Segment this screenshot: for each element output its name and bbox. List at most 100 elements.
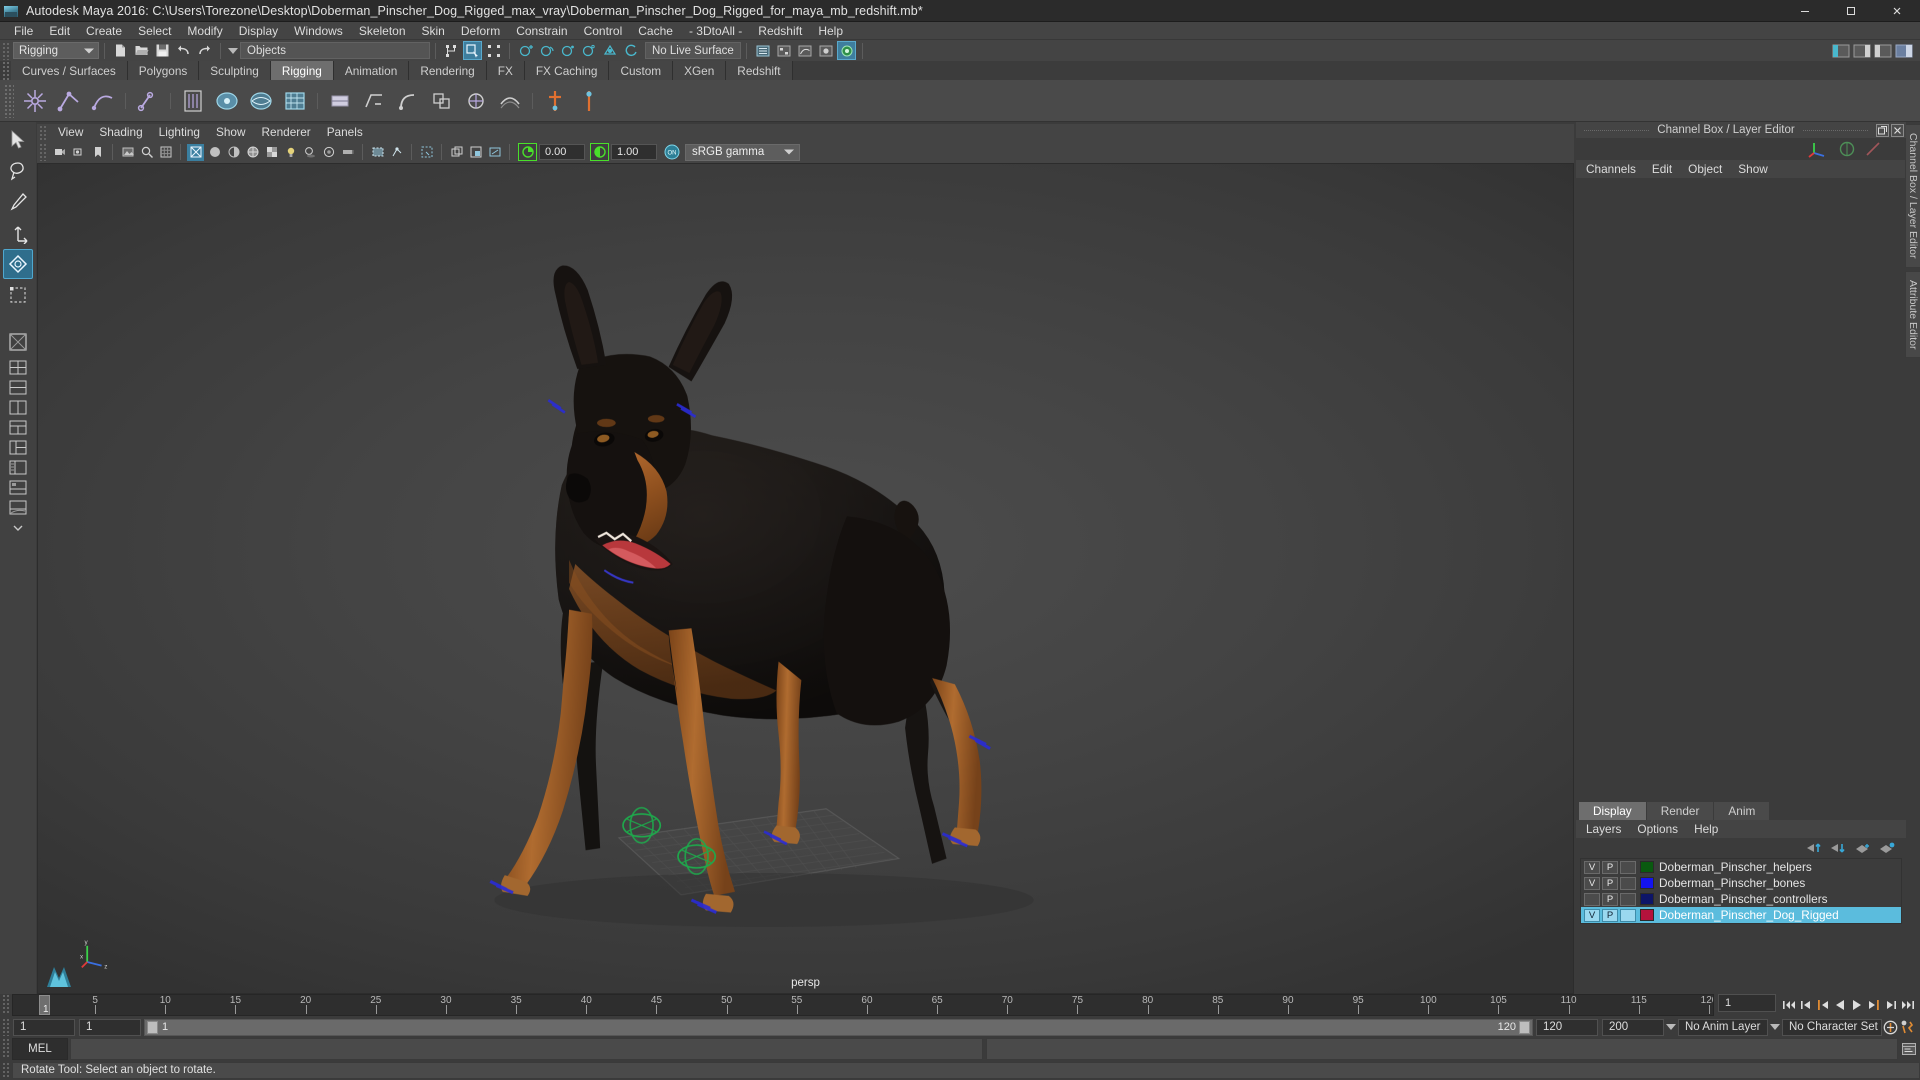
layer-visibility-toggle[interactable]: V	[1584, 908, 1600, 922]
layer-tab-anim[interactable]: Anim	[1714, 802, 1770, 820]
command-line-gripper[interactable]	[2, 1038, 10, 1058]
close-button[interactable]	[1874, 0, 1920, 22]
layout-four-view-button[interactable]	[7, 358, 29, 377]
select-by-object-button[interactable]	[463, 41, 482, 60]
step-forward-button[interactable]	[1882, 995, 1899, 1015]
toggle-attribute-editor-button[interactable]	[1852, 41, 1871, 60]
menu-modify[interactable]: Modify	[179, 22, 230, 40]
layer-row-controllers[interactable]: P Doberman_Pinscher_controllers	[1581, 891, 1901, 907]
wire-tool-button[interactable]	[495, 86, 525, 116]
current-frame-field[interactable]: 1	[1718, 994, 1776, 1012]
color-management-selector[interactable]: sRGB gamma	[685, 143, 800, 161]
shelf-tab-fx[interactable]: FX	[486, 61, 525, 80]
make-live-button[interactable]	[621, 41, 640, 60]
skeleton-display-button[interactable]	[178, 86, 208, 116]
new-layer-from-selected-icon[interactable]	[1878, 841, 1896, 855]
new-scene-button[interactable]	[111, 41, 130, 60]
playback-end-time-field[interactable]: 120	[1536, 1018, 1598, 1036]
snap-to-point-button[interactable]	[558, 41, 577, 60]
smooth-shade-all-button[interactable]	[206, 144, 223, 161]
layer-playback-toggle[interactable]: P	[1602, 876, 1618, 890]
layout-outliner-persp-button[interactable]	[7, 458, 29, 477]
layer-menu-layers[interactable]: Layers	[1578, 820, 1629, 838]
help-line-gripper[interactable]	[2, 1061, 10, 1079]
viewport-menu-panels[interactable]: Panels	[319, 124, 371, 141]
time-slider[interactable]: 1 5 10 15 20 25 30 35 40 45 50 55 60 65 70 75 80 85 90 95 1…	[12, 994, 1714, 1016]
viewport-menu-lighting[interactable]: Lighting	[151, 124, 208, 141]
go-to-end-button[interactable]	[1899, 995, 1916, 1015]
texture-button[interactable]	[263, 144, 280, 161]
layer-color-swatch[interactable]	[1640, 909, 1654, 921]
layer-row-helpers[interactable]: V P Doberman_Pinscher_helpers	[1581, 859, 1901, 875]
layer-playback-toggle[interactable]: P	[1602, 860, 1618, 874]
command-input-field[interactable]	[70, 1038, 983, 1060]
smooth-skin-button[interactable]	[280, 86, 310, 116]
prev-key-button[interactable]	[1814, 995, 1831, 1015]
bind-skin-button[interactable]	[212, 86, 242, 116]
select-by-hierarchy-button[interactable]	[442, 41, 461, 60]
layout-hypershade-persp-button[interactable]	[7, 478, 29, 497]
select-by-component-button[interactable]	[484, 41, 503, 60]
script-editor-button[interactable]	[1898, 1038, 1920, 1060]
viewport-menu-renderer[interactable]: Renderer	[254, 124, 319, 141]
anim-layer-dropdown-arrow[interactable]	[1664, 1019, 1678, 1036]
layer-color-swatch[interactable]	[1640, 893, 1654, 905]
range-slider-bar[interactable]: 1 120	[144, 1018, 1533, 1036]
select-tool-button[interactable]	[3, 125, 33, 155]
layer-display-type-toggle[interactable]	[1620, 876, 1636, 890]
panel-drag-dots-left[interactable]	[1584, 129, 1650, 131]
shelf-tab-animation[interactable]: Animation	[333, 61, 410, 80]
paint-selection-tool-button[interactable]	[3, 187, 33, 217]
show-hypergraph-button[interactable]	[774, 41, 793, 60]
layout-two-panes-stacked-button[interactable]	[7, 378, 29, 397]
snap-to-curve-button[interactable]	[537, 41, 556, 60]
camera-attributes-button[interactable]	[70, 144, 87, 161]
selection-mask-dropdown[interactable]	[226, 42, 240, 59]
layer-name[interactable]: Doberman_Pinscher_Dog_Rigged	[1659, 908, 1839, 922]
insert-joint-button[interactable]	[133, 86, 163, 116]
show-outliner-button[interactable]	[753, 41, 772, 60]
channelbox-menu-channels[interactable]: Channels	[1578, 160, 1644, 178]
viewport-menu-view[interactable]: View	[50, 124, 91, 141]
layout-three-left-split-button[interactable]	[7, 438, 29, 457]
layout-more-button[interactable]	[7, 518, 29, 537]
channelbox-menu-object[interactable]: Object	[1680, 160, 1730, 178]
menu-deform[interactable]: Deform	[453, 22, 508, 40]
lighting-button[interactable]	[282, 144, 299, 161]
motion-blur-button[interactable]	[339, 144, 356, 161]
shelf-tab-rendering[interactable]: Rendering	[409, 61, 487, 80]
menu-skeleton[interactable]: Skeleton	[351, 22, 414, 40]
lattice-deformer-button[interactable]	[359, 86, 389, 116]
toggle-channelbox-button[interactable]	[1831, 41, 1850, 60]
layer-menu-help[interactable]: Help	[1686, 820, 1726, 838]
show-render-view-button[interactable]	[816, 41, 835, 60]
script-language-button[interactable]: MEL	[12, 1038, 68, 1060]
layer-display-type-toggle[interactable]	[1620, 908, 1636, 922]
layer-row-bones[interactable]: V P Doberman_Pinscher_bones	[1581, 875, 1901, 891]
exposure-toggle-button[interactable]	[518, 143, 537, 161]
status-line-gripper[interactable]	[2, 41, 10, 60]
channel-box-content[interactable]	[1576, 178, 1906, 802]
layer-tab-display[interactable]: Display	[1579, 802, 1646, 820]
layer-visibility-toggle[interactable]: V	[1584, 876, 1600, 890]
exposure-field[interactable]: 0.00	[539, 144, 585, 160]
image-plane-button[interactable]	[119, 144, 136, 161]
isolate-select-button[interactable]	[418, 144, 435, 161]
show-hypershade-button[interactable]	[837, 41, 856, 60]
wireframe-shading-button[interactable]	[187, 143, 204, 161]
lasso-tool-button[interactable]	[3, 156, 33, 186]
layer-name[interactable]: Doberman_Pinscher_helpers	[1659, 860, 1812, 874]
viewport-menu-show[interactable]: Show	[208, 124, 254, 141]
toggle-tool-settings-button[interactable]	[1873, 41, 1892, 60]
redo-button[interactable]	[195, 41, 214, 60]
shelf-tab-xgen[interactable]: XGen	[673, 61, 727, 80]
range-slider-gripper[interactable]	[2, 1018, 10, 1036]
layer-visibility-toggle[interactable]: V	[1584, 860, 1600, 874]
shadows-button[interactable]	[301, 144, 318, 161]
layer-playback-toggle[interactable]: P	[1602, 908, 1618, 922]
menu-skin[interactable]: Skin	[414, 22, 453, 40]
gamma-toggle-button[interactable]	[590, 143, 609, 161]
menu-edit[interactable]: Edit	[41, 22, 78, 40]
layer-color-swatch[interactable]	[1640, 877, 1654, 889]
anim-end-time-field[interactable]: 200	[1602, 1018, 1664, 1036]
